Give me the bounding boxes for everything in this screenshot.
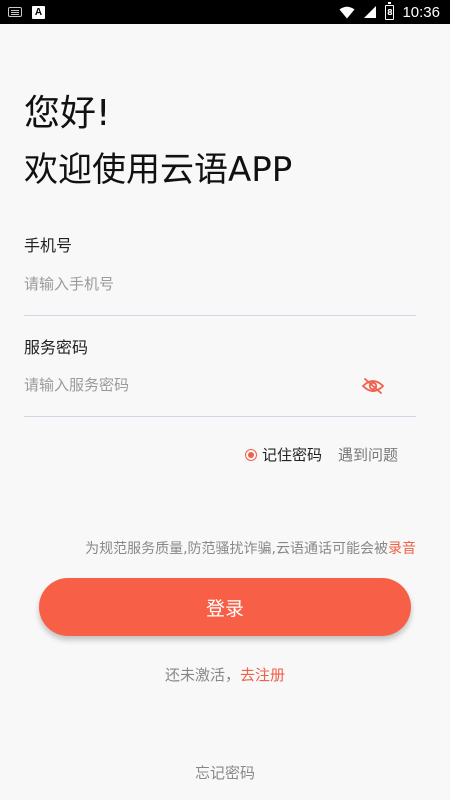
radio-checked-icon xyxy=(245,448,257,461)
status-bar: A 8 10:36 xyxy=(0,0,450,24)
password-underline xyxy=(24,416,416,417)
recording-notice-text: 为规范服务质量,防范骚扰诈骗,云语通话可能会被 xyxy=(85,541,388,557)
register-prefix: 还未激活， xyxy=(164,666,240,684)
wifi-icon xyxy=(339,6,355,18)
phone-label: 手机号 xyxy=(24,236,73,255)
remember-password-label: 记住密码 xyxy=(262,446,323,464)
a-icon: A xyxy=(32,5,45,19)
password-label: 服务密码 xyxy=(24,338,89,357)
greeting-title: 您好! xyxy=(24,93,111,134)
password-input[interactable] xyxy=(24,370,364,400)
welcome-title: 欢迎使用云语APP xyxy=(24,150,293,190)
register-line: 还未激活，去注册 xyxy=(0,664,450,685)
remember-password-toggle[interactable]: 记住密码 xyxy=(245,444,322,465)
problem-link[interactable]: 遇到问题 xyxy=(338,444,398,465)
status-time: 10:36 xyxy=(402,3,440,21)
signal-icon xyxy=(364,6,377,18)
battery-level: 8 xyxy=(387,7,393,17)
phone-underline xyxy=(24,315,416,316)
recording-notice-highlight: 录音 xyxy=(388,541,416,557)
eye-hidden-icon[interactable] xyxy=(361,374,385,398)
forgot-password-link[interactable]: 忘记密码 xyxy=(0,762,450,783)
login-button[interactable]: 登录 xyxy=(39,578,411,636)
recording-notice: 为规范服务质量,防范骚扰诈骗,云语通话可能会被录音 xyxy=(0,538,416,558)
keyboard-icon xyxy=(8,7,22,17)
status-bar-left: A xyxy=(8,5,45,19)
battery-icon: 8 xyxy=(385,1,395,20)
phone-input[interactable] xyxy=(24,269,364,299)
status-bar-right: 8 10:36 xyxy=(339,1,440,21)
register-link[interactable]: 去注册 xyxy=(240,666,285,684)
